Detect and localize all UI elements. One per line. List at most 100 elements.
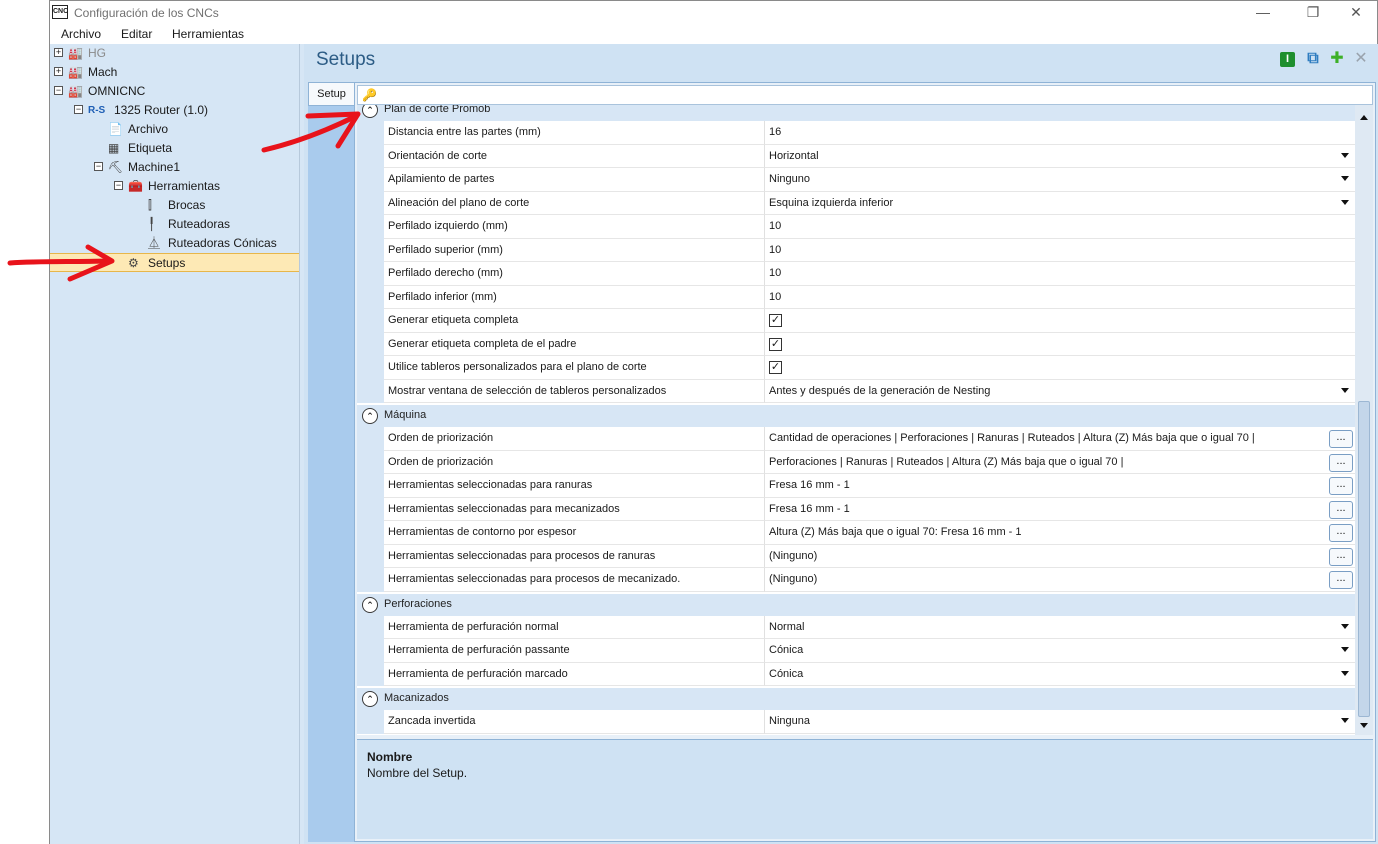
property-value[interactable]: Cantidad de operaciones | Perforaciones …	[765, 427, 1355, 451]
menu-editar[interactable]: Editar	[121, 27, 152, 41]
property-row[interactable]: Distancia entre las partes (mm) 16	[357, 121, 1355, 145]
ellipsis-button[interactable]: ...	[1329, 524, 1353, 542]
category-2[interactable]: ⌃ Perforaciones	[357, 593, 1355, 616]
tree-item-herramientas[interactable]: − 🧰 Herramientas	[50, 177, 299, 196]
property-value[interactable]: Antes y después de la generación de Nest…	[765, 380, 1355, 403]
menu-archivo[interactable]: Archivo	[61, 27, 101, 41]
dropdown-arrow-icon[interactable]	[1341, 623, 1349, 629]
property-row[interactable]: Perfilado derecho (mm) 10	[357, 262, 1355, 286]
vertical-scrollbar[interactable]	[1355, 105, 1373, 735]
ellipsis-button[interactable]: ...	[1329, 547, 1353, 566]
ellipsis-button[interactable]: ...	[1329, 571, 1353, 589]
category-3[interactable]: ⌃ Macanizados	[357, 688, 1355, 710]
collapse-icon[interactable]: ⌃	[362, 691, 378, 707]
category-0[interactable]: ⌃ Plan de corte Promob	[357, 105, 1355, 121]
expander-icon[interactable]: −	[54, 86, 63, 95]
property-row[interactable]: Herramienta de perfuración normal Normal	[357, 615, 1355, 639]
collapse-icon[interactable]: ⌃	[362, 596, 378, 613]
property-row[interactable]: Perfilado superior (mm) 10	[357, 238, 1355, 262]
collapse-icon[interactable]: ⌃	[362, 105, 378, 118]
property-value[interactable]: Esquina izquierda inferior	[765, 192, 1355, 215]
scroll-thumb[interactable]	[1358, 401, 1370, 717]
property-row[interactable]: Herramienta de perfuración marcado Cónica	[357, 662, 1355, 686]
restore-button[interactable]: ❐	[1290, 1, 1336, 25]
tab-setup[interactable]: Setup	[308, 82, 354, 106]
checkbox[interactable]: ✓	[769, 337, 782, 351]
tree-item-brocas[interactable]: ⫿ Brocas	[50, 196, 299, 215]
property-value[interactable]: 10	[765, 215, 1355, 239]
property-row[interactable]: Herramientas seleccionadas para procesos…	[357, 544, 1355, 568]
property-row[interactable]: Herramientas seleccionadas para ranuras F…	[357, 474, 1355, 498]
property-value[interactable]: Fresa 16 mm - 1...	[765, 498, 1355, 521]
checkbox[interactable]: ✓	[769, 314, 782, 327]
dropdown-arrow-icon[interactable]	[1341, 647, 1349, 652]
property-row[interactable]: Mostrar ventana de selección de tableros…	[357, 379, 1355, 403]
tree-item-ruteadoras[interactable]: ╿ Ruteadoras	[50, 215, 299, 234]
ellipsis-button[interactable]: ...	[1329, 430, 1353, 448]
copy-icon[interactable]: ⧉	[1304, 50, 1322, 68]
property-value[interactable]: Fresa 16 mm - 1...	[765, 474, 1355, 498]
delete-icon[interactable]: ✕	[1352, 50, 1370, 68]
property-row[interactable]: Herramientas de contorno por espesor Altu…	[357, 521, 1355, 545]
dropdown-arrow-icon[interactable]	[1341, 670, 1349, 676]
category-1[interactable]: ⌃ Máquina	[357, 405, 1355, 427]
property-value[interactable]: (Ninguno)...	[765, 545, 1355, 568]
property-value[interactable]: Ninguno	[765, 168, 1355, 192]
property-row[interactable]: Herramienta de perfuración passante Cónic…	[357, 639, 1355, 663]
tree-item-etiqueta[interactable]: ▦ Etiqueta	[50, 139, 299, 158]
dropdown-arrow-icon[interactable]	[1341, 199, 1349, 205]
property-value[interactable]: Normal	[765, 616, 1355, 639]
property-row[interactable]: Herramientas seleccionadas para mecaniza…	[357, 497, 1355, 521]
property-row[interactable]: Orientación de corte Horizontal	[357, 144, 1355, 168]
dropdown-arrow-icon[interactable]	[1341, 718, 1349, 723]
property-row[interactable]: Generar etiqueta completa ✓	[357, 309, 1355, 333]
property-row[interactable]: Utilice tableros personalizados para el …	[357, 356, 1355, 380]
property-value[interactable]: Altura (Z) Más baja que o igual 70: Fres…	[765, 521, 1355, 545]
ellipsis-button[interactable]: ...	[1329, 453, 1353, 472]
property-row[interactable]: Perfilado izquierdo (mm) 10	[357, 215, 1355, 239]
checkbox[interactable]: ✓	[769, 361, 782, 374]
property-row[interactable]: Zancada invertida Ninguna	[357, 710, 1355, 734]
search-input[interactable]: 🔑	[357, 85, 1373, 105]
collapse-icon[interactable]: ⌃	[362, 408, 378, 424]
info-icon[interactable]: I	[1280, 52, 1295, 67]
dropdown-arrow-icon[interactable]	[1341, 152, 1349, 158]
property-row[interactable]: Orden de priorización Cantidad de operaci…	[357, 427, 1355, 451]
property-value[interactable]: Perforaciones | Ranuras | Ruteados | Alt…	[765, 451, 1355, 474]
property-row[interactable]: Alineación del plano de corte Esquina izq…	[357, 191, 1355, 215]
tree-item-omnicnc[interactable]: − 🏭 OMNICNC	[50, 82, 299, 101]
close-button[interactable]: ✕	[1333, 1, 1378, 25]
ellipsis-button[interactable]: ...	[1329, 477, 1353, 495]
tree-item-machine1[interactable]: − ⛏ Machine1	[50, 158, 299, 177]
minimize-button[interactable]: —	[1240, 1, 1286, 25]
tree-item-hg[interactable]: + 🏭 HG	[50, 44, 299, 63]
expander-icon[interactable]: −	[74, 105, 83, 114]
property-value[interactable]: 10	[765, 286, 1355, 309]
expander-icon[interactable]: +	[54, 48, 63, 57]
property-value[interactable]: 10	[765, 262, 1355, 286]
property-row[interactable]: Herramientas seleccionadas para procesos…	[357, 568, 1355, 592]
property-value[interactable]: ✓	[765, 309, 1355, 333]
property-row[interactable]: Perfilado inferior (mm) 10	[357, 285, 1355, 309]
add-icon[interactable]: ✚	[1328, 50, 1346, 68]
property-value[interactable]: Cónica	[765, 639, 1355, 663]
property-value[interactable]: 16	[765, 121, 1355, 145]
tree-item-setups[interactable]: ⚙ Setups	[50, 253, 299, 272]
tree-item-1325-router-1-0-[interactable]: − R-S 1325 Router (1.0)	[50, 101, 299, 120]
ellipsis-button[interactable]: ...	[1329, 500, 1353, 519]
property-value[interactable]: 10	[765, 239, 1355, 262]
scroll-down-icon[interactable]	[1360, 723, 1368, 728]
expander-icon[interactable]: −	[94, 162, 103, 171]
property-row[interactable]: Generar etiqueta completa de el padre ✓	[357, 332, 1355, 356]
property-row[interactable]: Apilamiento de partes Ninguno	[357, 168, 1355, 192]
property-value[interactable]: ✓	[765, 356, 1355, 380]
tree-item-ruteadoras-c-nicas[interactable]: ⏅ Ruteadoras Cónicas	[50, 234, 299, 253]
menu-herramientas[interactable]: Herramientas	[172, 27, 244, 41]
property-value[interactable]: Horizontal	[765, 145, 1355, 168]
property-value[interactable]: ✓	[765, 333, 1355, 356]
property-value[interactable]: Cónica	[765, 663, 1355, 686]
property-row[interactable]: Orden de priorización Perforaciones | Ran…	[357, 450, 1355, 474]
expander-icon[interactable]: −	[114, 181, 123, 190]
dropdown-arrow-icon[interactable]	[1341, 176, 1349, 181]
tree-item-archivo[interactable]: 📄 Archivo	[50, 120, 299, 139]
